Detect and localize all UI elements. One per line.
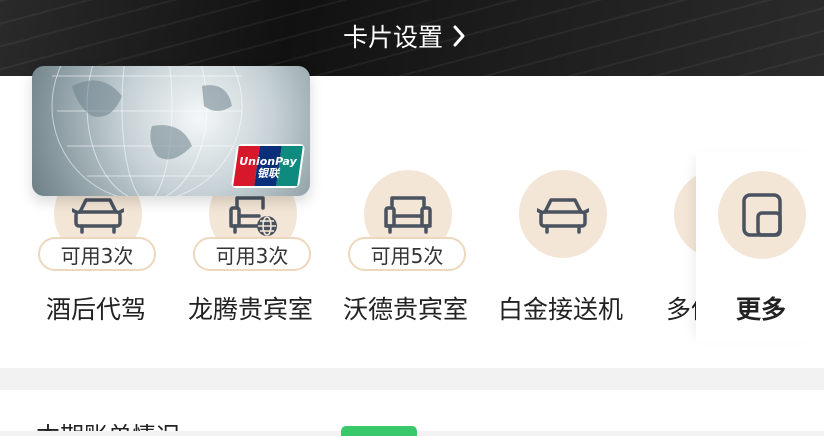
bank-card-image[interactable]: UnionPay 银联 <box>32 66 310 196</box>
benefit-label[interactable]: 龙腾贵宾室 <box>188 290 313 326</box>
benefit-label[interactable]: 白金接送机 <box>498 290 623 326</box>
unionpay-text: UnionPay 银联 <box>239 155 297 180</box>
benefit-badge: 可用5次 <box>348 237 466 271</box>
green-tag <box>341 426 417 436</box>
more-grid-icon[interactable] <box>718 171 806 259</box>
benefit-badge: 可用3次 <box>38 237 156 271</box>
bottom-section: 本期账单情况 <box>0 390 824 436</box>
benefit-badge: 可用3次 <box>193 237 311 271</box>
chevron-right-icon <box>453 25 465 47</box>
bottom-partial-text: 本期账单情况 <box>36 424 180 431</box>
car-icon[interactable] <box>519 170 607 258</box>
benefit-label[interactable]: 沃德贵宾室 <box>343 290 468 326</box>
more-label[interactable]: 更多 <box>736 290 786 326</box>
card-settings-link[interactable]: 卡片设置 <box>343 18 467 54</box>
card-settings-label: 卡片设置 <box>343 23 444 52</box>
benefit-label[interactable]: 酒后代驾 <box>46 290 146 326</box>
section-divider <box>0 368 824 390</box>
